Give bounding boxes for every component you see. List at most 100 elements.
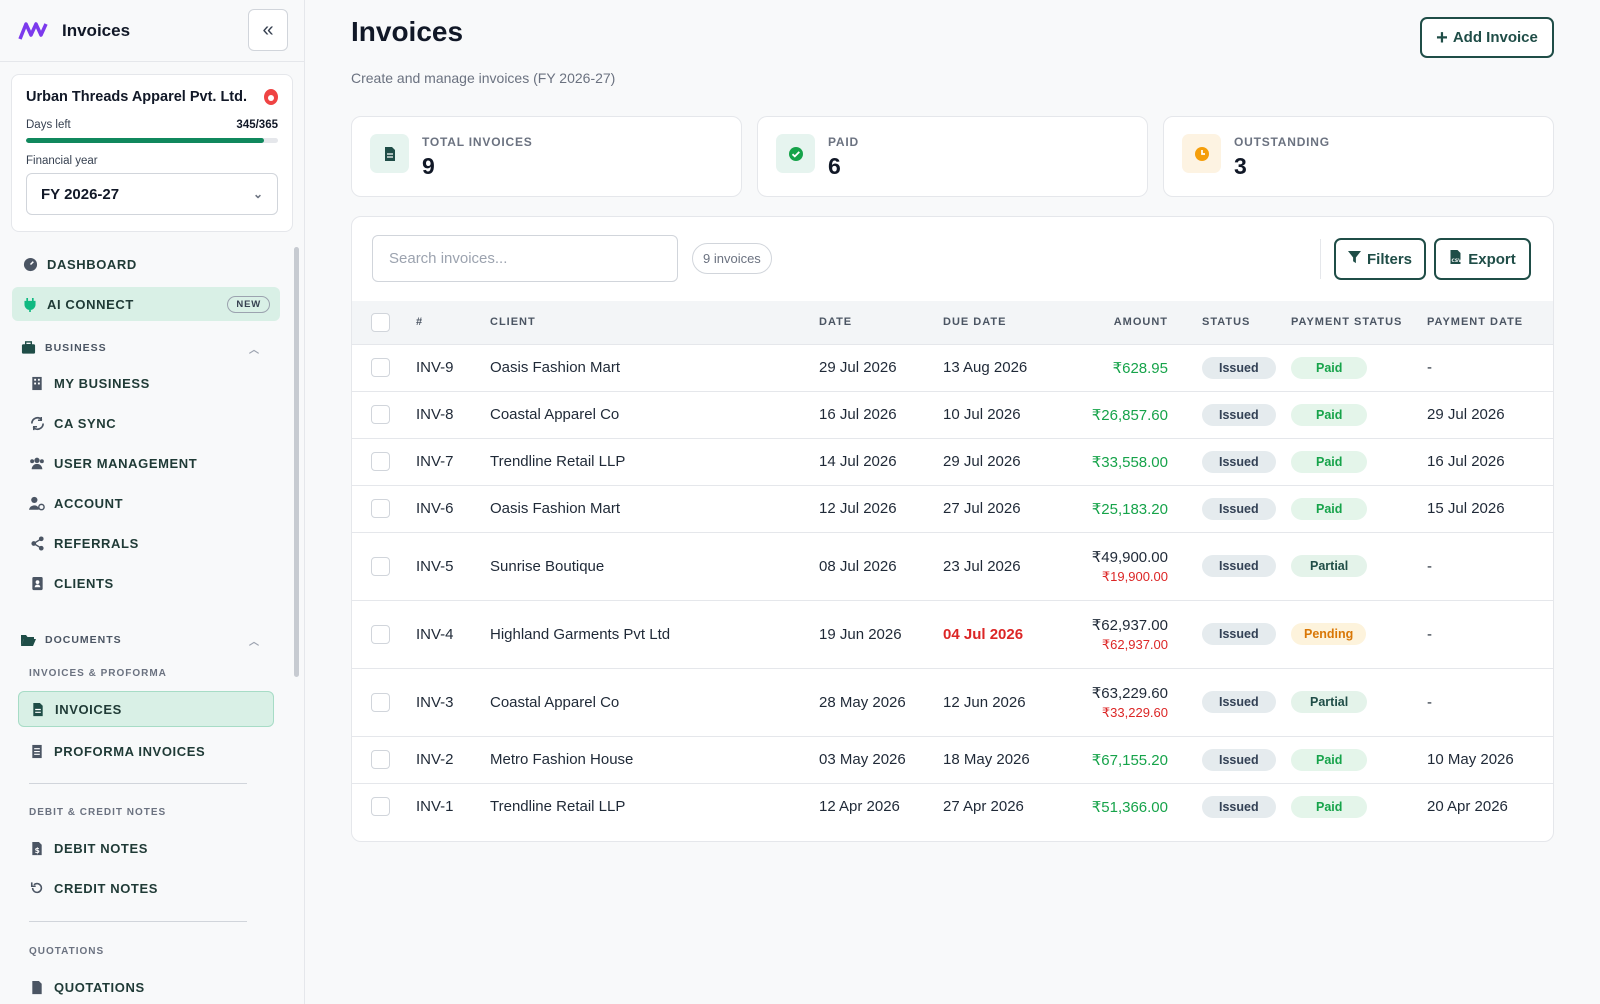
- sidebar: Invoices « Urban Threads Apparel Pvt. Lt…: [0, 0, 305, 1004]
- contact-book-icon: [29, 575, 45, 591]
- status-badge: Issued: [1202, 748, 1276, 771]
- payment-status-cell: Paid: [1291, 343, 1427, 391]
- table-row[interactable]: INV-1 Trendline Retail LLP 12 Apr 2026 27 A…: [352, 782, 1553, 830]
- stat-card-outstanding: OUTSTANDING 3: [1163, 116, 1554, 197]
- org-name: Urban Threads Apparel Pvt. Ltd.: [26, 89, 248, 105]
- table-row[interactable]: INV-9 Oasis Fashion Mart 29 Jul 2026 13 Aug…: [352, 343, 1553, 391]
- org-card: Urban Threads Apparel Pvt. Ltd. Days lef…: [11, 74, 293, 232]
- amount-total: ₹628.95: [1112, 359, 1168, 377]
- dashboard-icon: [22, 256, 38, 272]
- col-header-payment-status[interactable]: PAYMENT STATUS: [1291, 301, 1427, 344]
- table-row[interactable]: INV-4 Highland Garments Pvt Ltd 19 Jun 202…: [352, 599, 1553, 668]
- chevron-down-icon: ⌄: [252, 187, 263, 201]
- table-row[interactable]: INV-7 Trendline Retail LLP 14 Jul 2026 29 J…: [352, 437, 1553, 485]
- payment-status-badge: Paid: [1291, 403, 1368, 426]
- invoice-number[interactable]: INV-5: [416, 531, 490, 600]
- row-checkbox[interactable]: [371, 556, 390, 576]
- nav-referrals-label: REFERRALS: [54, 535, 139, 551]
- payment-date: 20 Apr 2026: [1427, 782, 1553, 830]
- row-checkbox[interactable]: [371, 750, 390, 769]
- nav-user-management-label: USER MANAGEMENT: [54, 455, 198, 471]
- table-row[interactable]: INV-8 Coastal Apparel Co 16 Jul 2026 10 Jul…: [352, 390, 1553, 438]
- section-documents[interactable]: DOCUMENTS ︿: [0, 625, 292, 655]
- row-checkbox[interactable]: [371, 692, 390, 712]
- add-invoice-label: Add Invoice: [1452, 29, 1538, 46]
- payment-status-badge: Partial: [1291, 691, 1368, 713]
- col-header-number[interactable]: #: [416, 301, 490, 344]
- file-invoice-icon: [30, 701, 46, 717]
- fy-select[interactable]: FY 2026-27 ⌄: [26, 173, 278, 215]
- nav-my-business-label: MY BUSINESS: [54, 375, 150, 391]
- add-invoice-button[interactable]: + Add Invoice: [1420, 17, 1554, 58]
- nav-dashboard[interactable]: DASHBOARD: [0, 247, 292, 281]
- invoice-number[interactable]: INV-6: [416, 484, 490, 532]
- row-checkbox[interactable]: [371, 405, 390, 424]
- nav-ai-connect[interactable]: AI CONNECT NEW: [12, 287, 280, 321]
- invoice-count-badge: 9 invoices: [692, 243, 772, 274]
- stat-total-value: 9: [422, 153, 435, 179]
- amount-cell: ₹26,857.60: [1064, 390, 1168, 438]
- row-select-cell: [352, 667, 416, 736]
- nav-account[interactable]: ACCOUNT: [0, 483, 292, 523]
- invoice-number[interactable]: INV-2: [416, 735, 490, 783]
- due-date: 27 Apr 2026: [943, 782, 1064, 830]
- col-header-due-date[interactable]: DUE DATE: [943, 301, 1064, 344]
- nav-my-business[interactable]: MY BUSINESS: [0, 363, 292, 403]
- payment-status-cell: Paid: [1291, 484, 1427, 532]
- section-documents-label: DOCUMENTS: [45, 634, 122, 646]
- col-header-date[interactable]: DATE: [819, 301, 943, 344]
- payment-status-cell: Pending: [1291, 599, 1427, 668]
- nav-debit-notes[interactable]: $ DEBIT NOTES: [0, 828, 292, 868]
- table-row[interactable]: INV-3 Coastal Apparel Co 28 May 2026 12 Jun…: [352, 667, 1553, 736]
- section-business[interactable]: BUSINESS ︿: [0, 333, 292, 363]
- nav-ca-sync[interactable]: CA SYNC: [0, 403, 292, 443]
- invoice-number[interactable]: INV-9: [416, 343, 490, 391]
- table-row[interactable]: INV-5 Sunrise Boutique 08 Jul 2026 23 Jul 2…: [352, 531, 1553, 600]
- invoice-number[interactable]: INV-8: [416, 390, 490, 438]
- nav-clients[interactable]: CLIENTS: [0, 563, 292, 603]
- sidebar-scrollbar[interactable]: [294, 247, 299, 677]
- select-all-checkbox[interactable]: [371, 312, 390, 332]
- nav-credit-notes[interactable]: CREDIT NOTES: [0, 868, 292, 908]
- nav-quotations[interactable]: QUOTATIONS: [0, 967, 292, 1004]
- invoice-number[interactable]: INV-3: [416, 667, 490, 736]
- payment-date: 29 Jul 2026: [1427, 390, 1553, 438]
- nav-account-label: ACCOUNT: [54, 495, 124, 511]
- invoice-number[interactable]: INV-4: [416, 599, 490, 668]
- row-checkbox[interactable]: [371, 452, 390, 471]
- briefcase-icon: [20, 340, 36, 356]
- table-row[interactable]: INV-6 Oasis Fashion Mart 12 Jul 2026 27 Jul…: [352, 484, 1553, 532]
- filters-label: Filters: [1366, 250, 1412, 268]
- col-header-client[interactable]: CLIENT: [490, 301, 819, 344]
- amount-cell: ₹51,366.00: [1064, 782, 1168, 830]
- row-checkbox[interactable]: [371, 499, 390, 518]
- status-cell: Issued: [1168, 390, 1291, 438]
- amount-total: ₹63,229.60: [1091, 684, 1168, 702]
- nav-user-management[interactable]: USER MANAGEMENT: [0, 443, 292, 483]
- col-header-payment-date[interactable]: PAYMENT DATE: [1427, 301, 1553, 344]
- col-header-status[interactable]: STATUS: [1168, 301, 1291, 344]
- filters-button[interactable]: Filters: [1334, 238, 1426, 280]
- amount-total: ₹67,155.20: [1091, 751, 1168, 769]
- amount-cell: ₹25,183.20: [1064, 484, 1168, 532]
- collapse-sidebar-button[interactable]: «: [248, 9, 288, 51]
- nav-invoices[interactable]: INVOICES: [18, 691, 274, 727]
- amount-cell: ₹49,900.00 ₹19,900.00: [1064, 531, 1168, 600]
- row-checkbox[interactable]: [371, 624, 390, 644]
- invoice-number[interactable]: INV-1: [416, 782, 490, 830]
- row-checkbox[interactable]: [371, 797, 390, 817]
- table-row[interactable]: INV-2 Metro Fashion House 03 May 2026 18 Ma…: [352, 735, 1553, 783]
- export-button[interactable]: CSV Export: [1434, 238, 1531, 280]
- nav-referrals[interactable]: REFERRALS: [0, 523, 292, 563]
- days-progress-bar: [26, 138, 278, 143]
- nav-proforma-invoices[interactable]: PROFORMA INVOICES: [0, 731, 292, 771]
- status-badge: Issued: [1202, 450, 1276, 473]
- users-icon: [29, 455, 45, 471]
- due-date: 10 Jul 2026: [943, 390, 1064, 438]
- client-name: Oasis Fashion Mart: [490, 484, 819, 532]
- payment-status-cell: Partial: [1291, 531, 1427, 600]
- search-input[interactable]: [372, 235, 678, 282]
- row-checkbox[interactable]: [371, 358, 390, 377]
- col-header-amount[interactable]: AMOUNT: [1064, 301, 1168, 344]
- invoice-number[interactable]: INV-7: [416, 437, 490, 485]
